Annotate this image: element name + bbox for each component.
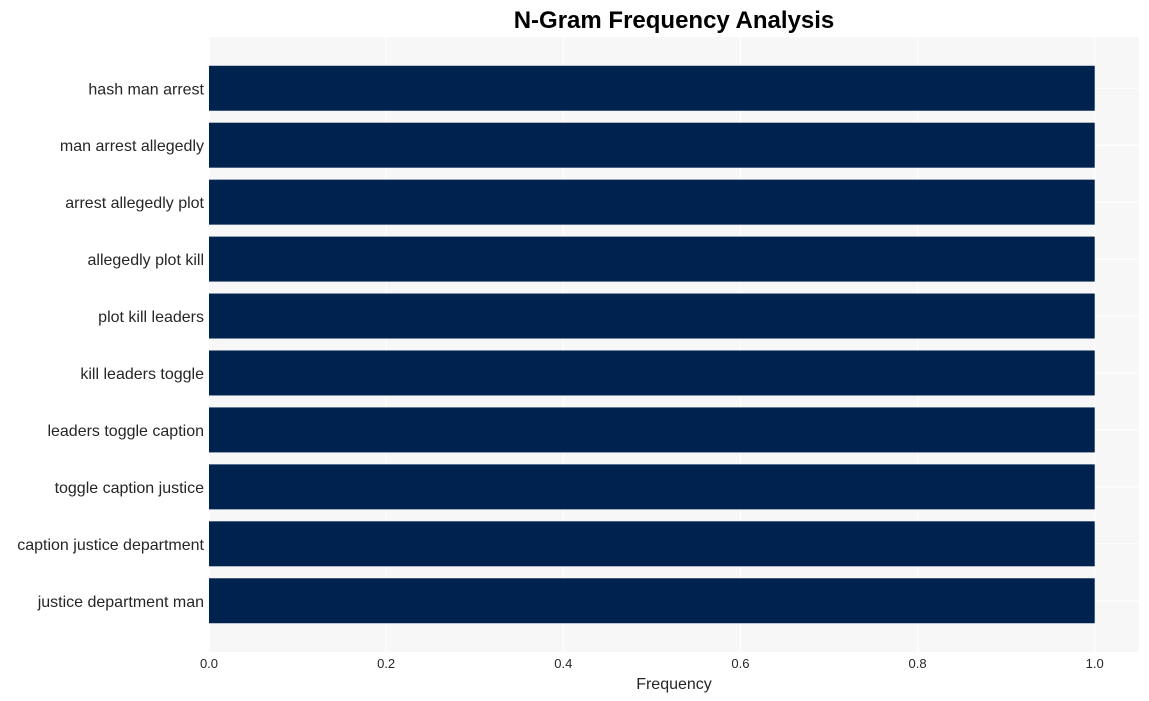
y-tick-label: plot kill leaders bbox=[98, 309, 204, 326]
x-tick-label: 0.8 bbox=[909, 656, 927, 671]
chart-svg: hash man arrest man arrest allegedly arres… bbox=[17, 7, 1139, 693]
y-tick-label: man arrest allegedly bbox=[60, 138, 204, 155]
y-tick-label: toggle caption justice bbox=[55, 480, 205, 497]
y-tick-label: kill leaders toggle bbox=[80, 366, 204, 383]
x-tick-label: 1.0 bbox=[1086, 656, 1104, 671]
x-axis-tick-labels: 0.0 0.2 0.4 0.6 0.8 1.0 bbox=[200, 656, 1104, 671]
y-tick-label: arrest allegedly plot bbox=[65, 195, 204, 212]
y-tick-label: hash man arrest bbox=[88, 81, 204, 98]
bar bbox=[209, 293, 1095, 339]
y-tick-label: leaders toggle caption bbox=[47, 423, 204, 440]
bar bbox=[209, 236, 1095, 282]
bar bbox=[209, 578, 1095, 624]
y-tick-label: justice department man bbox=[37, 594, 204, 611]
x-tick-label: 0.4 bbox=[554, 656, 572, 671]
y-tick-label: allegedly plot kill bbox=[87, 252, 204, 269]
chart: hash man arrest man arrest allegedly arres… bbox=[0, 0, 1149, 701]
y-tick-label: caption justice department bbox=[17, 537, 204, 554]
bar bbox=[209, 350, 1095, 396]
x-axis-label: Frequency bbox=[636, 676, 712, 693]
bar bbox=[209, 521, 1095, 567]
x-tick-label: 0.0 bbox=[200, 656, 218, 671]
bar bbox=[209, 65, 1095, 111]
x-tick-label: 0.6 bbox=[731, 656, 749, 671]
bar bbox=[209, 122, 1095, 168]
x-tick-label: 0.2 bbox=[377, 656, 395, 671]
chart-title: N-Gram Frequency Analysis bbox=[514, 7, 835, 34]
bar bbox=[209, 179, 1095, 225]
bar bbox=[209, 407, 1095, 453]
y-axis-tick-labels: hash man arrest man arrest allegedly arres… bbox=[17, 81, 204, 611]
bar bbox=[209, 464, 1095, 510]
